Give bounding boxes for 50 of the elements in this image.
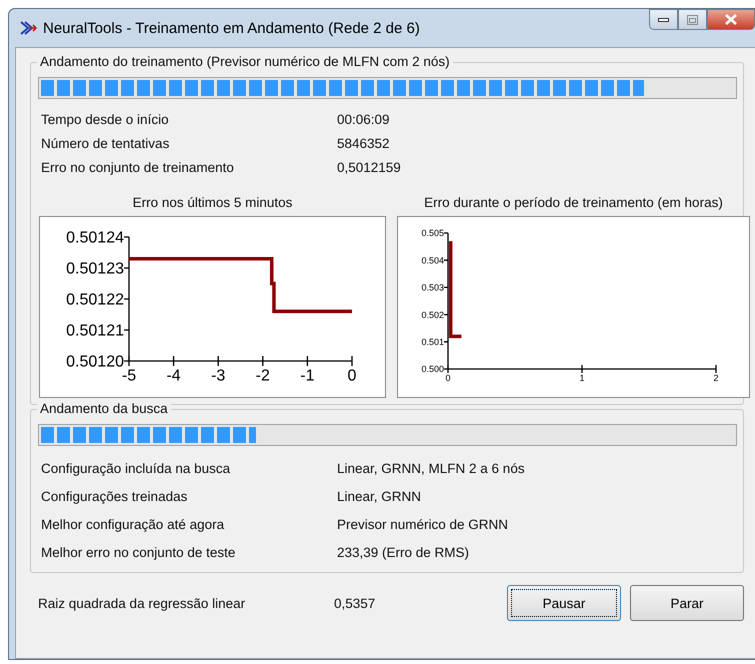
tick-label: 0.50121 — [66, 322, 124, 340]
tick-label: -4 — [166, 367, 181, 384]
tick-label: 0.501 — [421, 336, 444, 347]
field-value: 233,39 (Erro de RMS) — [337, 544, 470, 560]
group-label: Andamento do treinamento (Previsor numérico de MLFN com 2 nós) — [37, 54, 453, 69]
field-value: 0,5357 — [334, 596, 376, 610]
close-button[interactable] — [707, 9, 755, 30]
field-label: Configuração incluída na busca — [40, 460, 232, 476]
tick-label: 1 — [580, 373, 584, 384]
maximize-button[interactable] — [678, 9, 707, 30]
field-label: Número de tentativas — [40, 136, 170, 150]
tick-label: 0.502 — [421, 310, 444, 320]
tick-label: 0.50124 — [66, 230, 124, 247]
window-title: NeuralTools - Treinamento em Andamento (Rede 2 de 6) — [43, 20, 421, 36]
action-button[interactable]: Parar — [630, 585, 744, 621]
field-label: Raiz quadrada da regressão linear — [38, 596, 246, 610]
tick-label: 0.503 — [421, 282, 444, 293]
field-value: 5846352 — [337, 136, 390, 150]
app-icon — [19, 19, 37, 37]
action-button[interactable]: Pausar — [507, 585, 621, 621]
tick-label: -2 — [256, 367, 270, 384]
tick-label: -5 — [122, 367, 136, 384]
tick-label: 0 — [446, 373, 450, 384]
field-label: Tempo desde o início — [40, 112, 170, 126]
tick-label: 0.50123 — [66, 260, 124, 278]
tick-label: 0.505 — [421, 228, 444, 238]
close-icon — [725, 14, 737, 25]
chart-title: Erro nos últimos 5 minutos — [132, 195, 292, 210]
tick-label: 0.500 — [421, 364, 444, 374]
field-label: Melhor configuração até agora — [40, 516, 226, 532]
field-label: Erro no conjunto de treinamento — [40, 160, 235, 174]
field-value: 00:06:09 — [337, 112, 390, 126]
chart-title: Erro durante o período de treinamento (em horas) — [424, 195, 723, 210]
maximize-icon — [687, 14, 698, 24]
tick-label: 0.50122 — [66, 292, 124, 309]
tick-label: 0.50120 — [66, 354, 124, 371]
group-label: Andamento da busca — [37, 401, 171, 416]
field-value: 0,5012159 — [337, 160, 401, 174]
tick-label: 0 — [348, 367, 356, 384]
tick-label: 2 — [714, 373, 718, 384]
field-label: Melhor erro no conjunto de teste — [40, 544, 236, 560]
tick-label: 0.504 — [421, 255, 444, 266]
field-value: Linear, GRNN — [337, 488, 422, 504]
tick-label: -3 — [211, 367, 226, 384]
field-value: Linear, GRNN, MLFN 2 a 6 nós — [337, 460, 525, 476]
minimize-button[interactable] — [649, 9, 678, 30]
field-label: Configurações treinadas — [40, 488, 188, 504]
field-value: Previsor numérico de GRNN — [337, 516, 508, 532]
minimize-icon — [658, 18, 669, 22]
tick-label: -1 — [300, 367, 315, 384]
